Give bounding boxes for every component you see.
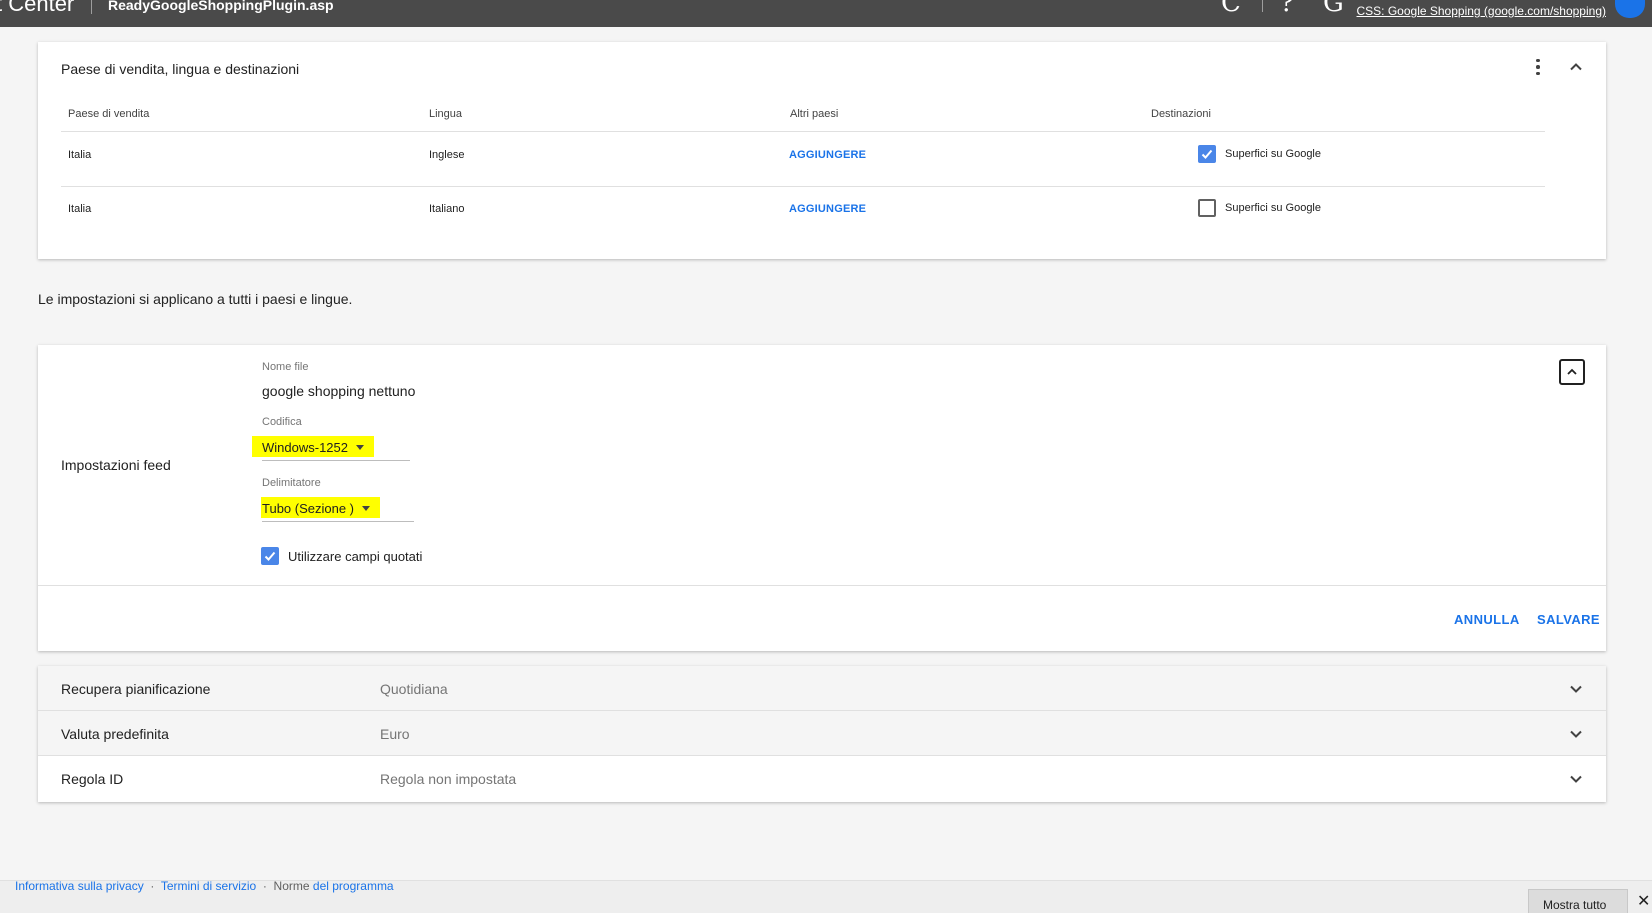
row-label: Recupera pianificazione bbox=[61, 681, 211, 697]
collapse-button[interactable] bbox=[1559, 359, 1585, 385]
encoding-dropdown[interactable]: Windows-1252 bbox=[252, 436, 374, 457]
dropdown-arrow-icon bbox=[362, 506, 371, 511]
table-row: Italia Italiano AGGIUNGERE Superfici su … bbox=[61, 187, 1545, 241]
destination: Superfici su Google bbox=[1198, 199, 1321, 217]
row-country: Italia bbox=[68, 149, 92, 161]
quoted-fields-label: Utilizzare campi quotati bbox=[288, 548, 423, 564]
feed-name: ReadyGoogleShoppingPlugin.asp bbox=[108, 0, 334, 13]
close-icon[interactable]: ✕ bbox=[1637, 891, 1650, 911]
default-currency-row[interactable]: Valuta predefinita Euro bbox=[38, 711, 1606, 756]
google-icon[interactable]: G bbox=[1323, 0, 1344, 18]
destination-checkbox[interactable] bbox=[1198, 199, 1216, 217]
avatar[interactable] bbox=[1615, 0, 1645, 18]
program-link[interactable]: del programma bbox=[313, 881, 394, 893]
row-value: Regola non impostata bbox=[380, 771, 517, 787]
divider bbox=[38, 585, 1606, 586]
top-bar: t Center ReadyGoogleShoppingPlugin.asp C… bbox=[0, 0, 1652, 27]
program-prefix: Norme bbox=[273, 880, 310, 893]
header-language: Lingua bbox=[429, 108, 463, 120]
settings-list-card: Recupera pianificazione Quotidiana Valut… bbox=[38, 666, 1606, 802]
refresh-icon[interactable]: C bbox=[1221, 0, 1241, 18]
row-label: Valuta predefinita bbox=[61, 726, 169, 742]
destination-label: Superfici su Google bbox=[1225, 202, 1321, 214]
table-row: Italia Inglese AGGIUNGERE Superfici su G… bbox=[61, 133, 1545, 187]
file-name-label: Nome file bbox=[262, 361, 309, 373]
check-icon bbox=[1201, 149, 1213, 159]
chevron-up-icon bbox=[1567, 368, 1577, 375]
destination-checkbox[interactable] bbox=[1198, 145, 1216, 163]
privacy-link[interactable]: Informativa sulla privacy bbox=[15, 881, 144, 893]
footer-links: Informativa sulla privacy · Termini di s… bbox=[15, 880, 394, 893]
row-value: Euro bbox=[380, 726, 410, 742]
delimiter-label: Delimitatore bbox=[262, 477, 321, 489]
encoding-label: Codifica bbox=[262, 416, 302, 428]
delimiter-value: Tubo (Sezione ) bbox=[262, 501, 355, 516]
css-link[interactable]: CSS: Google Shopping (google.com/shoppin… bbox=[1357, 4, 1607, 18]
chevron-down-icon[interactable] bbox=[1568, 726, 1584, 742]
settings-info-text: Le impostazioni si applicano a tutti i p… bbox=[38, 291, 353, 307]
row-language: Inglese bbox=[429, 149, 465, 161]
row-value: Quotidiana bbox=[380, 681, 448, 697]
cancel-button[interactable]: ANNULLA bbox=[1454, 612, 1520, 627]
chevron-down-icon[interactable] bbox=[1568, 771, 1584, 787]
fetch-schedule-row[interactable]: Recupera pianificazione Quotidiana bbox=[38, 666, 1606, 711]
id-rule-row[interactable]: Regola ID Regola non impostata bbox=[38, 756, 1606, 801]
help-icon[interactable]: ? bbox=[1280, 0, 1294, 18]
header-other-countries: Altri paesi bbox=[790, 108, 839, 120]
countries-card-title: Paese di vendita, lingua e destinazioni bbox=[61, 61, 300, 77]
more-options-icon[interactable] bbox=[1528, 57, 1548, 77]
destination-label: Superfici su Google bbox=[1225, 148, 1321, 160]
add-countries-link[interactable]: AGGIUNGERE bbox=[789, 149, 866, 161]
file-name-value: google shopping nettuno bbox=[262, 383, 416, 399]
encoding-value: Windows-1252 bbox=[262, 440, 348, 455]
topbar-separator-2 bbox=[1262, 0, 1263, 12]
topbar-separator bbox=[91, 0, 92, 14]
save-button[interactable]: SALVARE bbox=[1537, 612, 1600, 627]
destination: Superfici su Google bbox=[1198, 145, 1321, 163]
chevron-up-icon[interactable] bbox=[1568, 59, 1584, 75]
row-label: Regola ID bbox=[61, 771, 124, 787]
row-country: Italia bbox=[68, 203, 92, 215]
feed-settings-card: Impostazioni feed Nome file google shopp… bbox=[38, 345, 1606, 651]
chevron-down-icon[interactable] bbox=[1568, 681, 1584, 697]
terms-link[interactable]: Termini di servizio bbox=[161, 881, 256, 893]
delimiter-dropdown[interactable]: Tubo (Sezione ) bbox=[261, 497, 381, 518]
header-destinations: Destinazioni bbox=[1151, 108, 1211, 120]
encoding-underline bbox=[262, 460, 410, 461]
countries-card: Paese di vendita, lingua e destinazioni … bbox=[38, 42, 1606, 259]
check-icon bbox=[264, 551, 276, 561]
table-header: Paese di vendita Lingua Altri paesi Dest… bbox=[61, 108, 1545, 132]
quoted-fields-checkbox[interactable] bbox=[261, 547, 279, 565]
header-country: Paese di vendita bbox=[68, 108, 150, 120]
row-language: Italiano bbox=[429, 203, 465, 215]
app-title: t Center bbox=[0, 0, 75, 16]
delimiter-underline bbox=[262, 521, 414, 522]
add-countries-link[interactable]: AGGIUNGERE bbox=[789, 203, 866, 215]
show-all-button[interactable]: Mostra tutto bbox=[1528, 889, 1628, 913]
dropdown-arrow-icon bbox=[356, 445, 364, 450]
footer: Informativa sulla privacy · Termini di s… bbox=[0, 880, 1652, 913]
feed-settings-label: Impostazioni feed bbox=[61, 457, 171, 473]
quoted-fields-option: Utilizzare campi quotati bbox=[261, 547, 422, 565]
